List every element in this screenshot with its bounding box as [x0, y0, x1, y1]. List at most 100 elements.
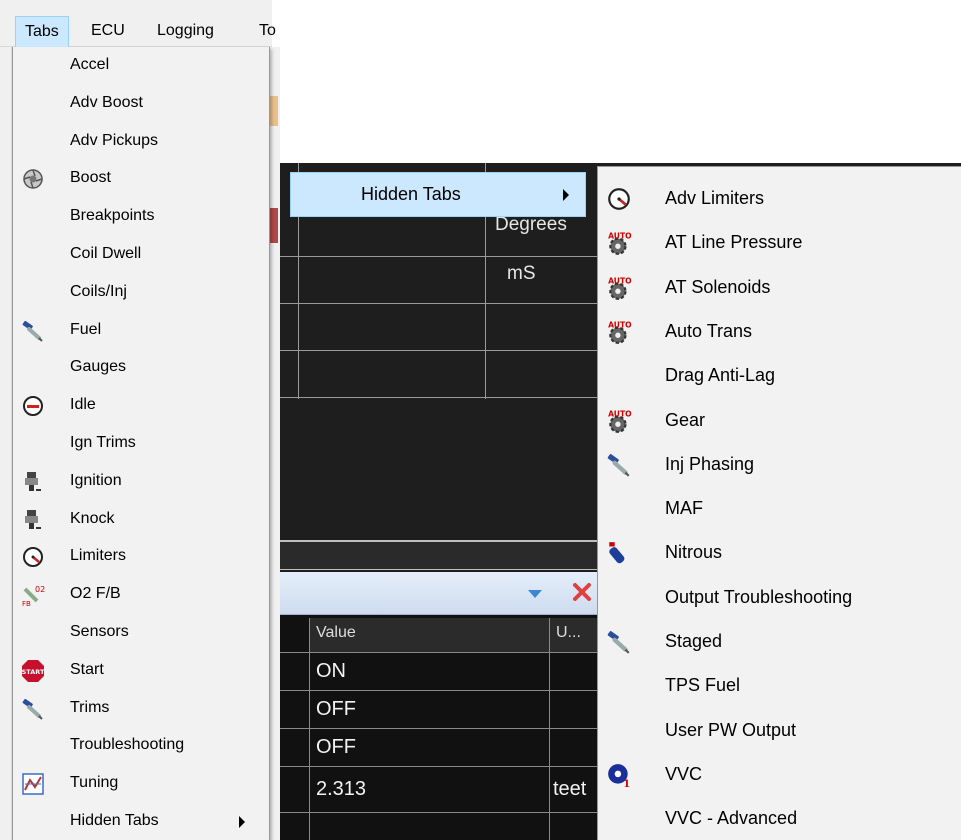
menu-item-trims[interactable]: Trims — [13, 690, 269, 728]
menu-item-label: Sensors — [70, 623, 129, 640]
close-icon[interactable] — [572, 582, 592, 602]
submenu-item-inj-phasing[interactable]: Inj Phasing — [598, 443, 960, 487]
submenu-item-label: Gear — [665, 409, 706, 430]
menu-item-idle[interactable]: Idle — [13, 387, 269, 425]
submenu-item-label: AT Line Pressure — [665, 232, 803, 253]
submenu-item-label: MAF — [665, 498, 703, 519]
panel-header — [280, 572, 597, 615]
menu-item-label: Idle — [70, 396, 96, 414]
turbo-icon — [21, 167, 45, 191]
menu-item-label: Coil Dwell — [70, 245, 142, 262]
chevron-right-icon — [239, 816, 245, 828]
hidden-tabs-label: Hidden Tabs — [361, 184, 461, 204]
injector-icon — [21, 319, 45, 343]
table-cell-unit: teet — [553, 778, 587, 800]
submenu-item-nitrous[interactable]: Nitrous — [598, 531, 960, 575]
table-cell-value: OFF — [316, 736, 356, 758]
submenu-item-staged[interactable]: Staged — [598, 620, 960, 664]
svg-text:AUTO: AUTO — [608, 321, 632, 330]
menu-item-accel[interactable]: Accel — [13, 47, 269, 85]
chevron-right-icon — [563, 189, 569, 201]
menu-ecu[interactable]: ECU — [82, 16, 134, 47]
menu-item-boost[interactable]: Boost — [13, 160, 269, 198]
start-icon: START — [21, 659, 45, 683]
auto-gear-icon: AUTO — [606, 230, 632, 256]
spark-plug-icon — [21, 508, 45, 532]
gauge-icon — [606, 186, 632, 212]
cam-icon: 1 — [606, 762, 632, 790]
submenu-item-maf[interactable]: MAF — [598, 487, 960, 531]
o2-feedback-icon: 02 FB — [21, 583, 45, 608]
left-window-edge — [0, 47, 12, 840]
menu-item-start[interactable]: START Start — [13, 652, 269, 690]
menu-item-label: Start — [70, 660, 104, 678]
menu-item-label: Ignition — [70, 471, 122, 489]
hidden-tabs-submenu: Adv Limiters AUTO AT Line Pressure AUTO AT S… — [597, 166, 961, 840]
menu-item-sensors[interactable]: Sensors — [13, 614, 269, 652]
menu-item-ign-trims[interactable]: Ign Trims — [13, 425, 269, 463]
menu-item-label: Adv Pickups — [70, 131, 159, 149]
menubar: Tabs ECU Logging To — [0, 0, 276, 47]
column-header-value[interactable]: Value — [310, 618, 550, 652]
table-cell-value: OFF — [316, 698, 356, 720]
menu-item-label: Adv Boost — [70, 93, 143, 111]
hidden-tabs-item-selected[interactable]: Hidden Tabs — [290, 172, 586, 217]
unit-label: mS — [507, 263, 536, 284]
submenu-item-auto-trans[interactable]: AUTO Auto Trans — [598, 310, 960, 354]
submenu-item-user-pw-output[interactable]: User PW Output — [598, 709, 960, 753]
svg-text:START: START — [22, 668, 45, 676]
menu-item-coil-dwell[interactable]: Coil Dwell — [13, 236, 269, 274]
menu-item-fuel[interactable]: Fuel — [13, 312, 269, 350]
submenu-item-label: TPS Fuel — [665, 675, 741, 696]
menu-item-label: Hidden Tabs — [70, 812, 159, 829]
column-header-unit[interactable]: U... — [550, 618, 597, 652]
menu-item-coils-inj[interactable]: Coils/Inj — [13, 274, 269, 312]
auto-gear-icon: AUTO — [606, 408, 632, 434]
submenu-item-tps-fuel[interactable]: TPS Fuel — [598, 664, 960, 708]
submenu-item-label: Nitrous — [665, 542, 723, 563]
menu-item-ignition[interactable]: Ignition — [13, 463, 269, 501]
auto-gear-icon: AUTO — [606, 275, 632, 301]
submenu-item-gear[interactable]: AUTO Gear — [598, 399, 960, 443]
menu-item-troubleshooting[interactable]: Troubleshooting — [13, 727, 269, 765]
menu-item-knock[interactable]: Knock — [13, 501, 269, 539]
injector-icon — [606, 452, 632, 478]
horizontal-scroll-band[interactable] — [280, 540, 597, 570]
menu-logging[interactable]: Logging — [148, 16, 223, 47]
menu-tabs[interactable]: Tabs — [15, 16, 69, 47]
underlying-accent — [270, 96, 278, 126]
submenu-item-label: AT Solenoids — [665, 276, 771, 297]
menu-tools[interactable]: To — [250, 16, 285, 47]
unit-label: Degrees — [495, 214, 567, 235]
submenu-item-vvc-advanced[interactable]: VVC - Advanced — [598, 797, 960, 840]
menu-item-label: Trims — [70, 698, 110, 716]
submenu-item-output-troubleshooting[interactable]: Output Troubleshooting — [598, 576, 960, 620]
submenu-item-at-line-pressure[interactable]: AUTO AT Line Pressure — [598, 221, 960, 265]
menu-item-label: Gauges — [70, 358, 127, 376]
menu-item-label: Coils/Inj — [70, 282, 127, 300]
menu-item-hidden-tabs[interactable]: Hidden Tabs — [13, 803, 269, 840]
menu-item-breakpoints[interactable]: Breakpoints — [13, 198, 269, 236]
menu-item-adv-boost[interactable]: Adv Boost — [13, 85, 269, 123]
table-cell-value: 2.313 — [316, 778, 367, 800]
menu-item-tuning[interactable]: Tuning — [13, 765, 269, 803]
menu-item-label: Accel — [70, 56, 110, 73]
underlying-window-edge — [270, 47, 280, 840]
menu-item-adv-pickups[interactable]: Adv Pickups — [13, 123, 269, 161]
menu-item-limiters[interactable]: Limiters — [13, 538, 269, 576]
menu-item-gauges[interactable]: Gauges — [13, 349, 269, 387]
submenu-item-drag-anti-lag[interactable]: Drag Anti-Lag — [598, 354, 960, 398]
submenu-item-label: User PW Output — [665, 719, 797, 740]
tuning-chart-icon — [21, 772, 45, 796]
submenu-item-at-solenoids[interactable]: AUTO AT Solenoids — [598, 266, 960, 310]
table-cell-value: ON — [316, 660, 346, 682]
submenu-item-label: Drag Anti-Lag — [665, 365, 776, 386]
auto-gear-icon: AUTO — [606, 319, 632, 345]
menu-item-o2-f-b[interactable]: 02 FB O2 F/B — [13, 576, 269, 614]
submenu-item-adv-limiters[interactable]: Adv Limiters — [598, 177, 960, 221]
svg-text:AUTO: AUTO — [608, 232, 632, 241]
spark-plug-icon — [21, 470, 45, 494]
menu-item-label: Knock — [70, 509, 115, 527]
chevron-down-icon[interactable] — [528, 590, 542, 598]
submenu-item-vvc[interactable]: 1 VVC — [598, 753, 960, 797]
